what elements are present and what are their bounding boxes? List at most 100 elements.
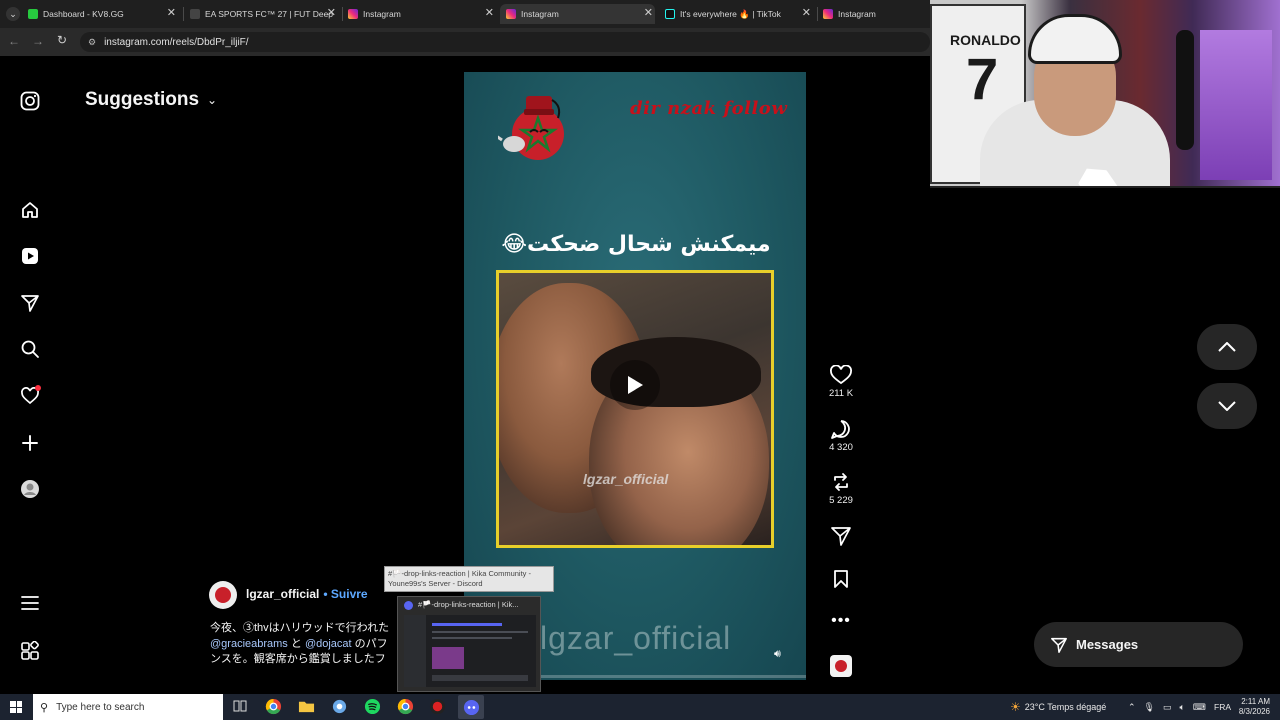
chrome-icon[interactable] — [265, 698, 283, 716]
app-red-icon[interactable] — [429, 698, 447, 716]
close-icon[interactable]: ✕ — [644, 6, 653, 19]
save-action[interactable] — [826, 569, 856, 589]
search-icon[interactable] — [18, 337, 42, 361]
jersey-number: 7 — [966, 47, 999, 112]
spotify-icon[interactable] — [364, 698, 382, 716]
instagram-favicon-icon — [823, 9, 833, 19]
app-icon[interactable] — [331, 698, 349, 716]
more-apps-icon[interactable] — [18, 639, 42, 663]
preview-thumbnail — [404, 615, 536, 687]
taskbar-search-box[interactable]: ⚲ Type here to search — [33, 694, 223, 720]
tab-instagram-2[interactable]: Instagram ✕ — [500, 4, 655, 24]
system-tray-icons[interactable]: ⌃ 🎙︎ ▭ 🔈︎ ⌨ — [1128, 694, 1214, 720]
discord-window-preview[interactable]: #🏳️-drop-links-reaction | Kik... — [397, 596, 541, 692]
chevron-down-icon — [1218, 401, 1236, 411]
more-options-action[interactable]: ••• — [826, 612, 856, 630]
play-button[interactable] — [610, 360, 660, 410]
caption-line-2: @gracieabrams と @dojacat のパフ — [210, 637, 405, 653]
follow-button[interactable]: • Suivre — [323, 587, 367, 601]
discord-icon — [404, 601, 413, 610]
tooltip-line-1: #🏳️-drop-links-reaction | Kika Community… — [388, 569, 531, 578]
taskbar-search-placeholder[interactable]: Type here to search — [56, 702, 144, 713]
volume-icon[interactable]: 🔈︎ — [1180, 702, 1185, 713]
forward-icon[interactable]: → — [32, 34, 44, 48]
tab-instagram-3[interactable]: Instagram — [823, 4, 928, 24]
tab-title: EA SPORTS FC™ 27 | FUT Deep — [205, 9, 334, 19]
back-icon[interactable]: ← — [8, 34, 20, 48]
ea-favicon-icon — [190, 9, 200, 19]
tab-title: Instagram — [521, 9, 559, 19]
messages-icon — [1051, 637, 1067, 653]
post-author-avatar[interactable] — [209, 581, 237, 609]
mention-link[interactable]: @gracieabrams — [210, 638, 288, 650]
discord-taskbar-icon[interactable] — [458, 695, 484, 719]
post-author: lgzar_official • Suivre — [246, 587, 368, 601]
suggestions-header[interactable]: Suggestions ⌄ — [85, 89, 217, 111]
like-action[interactable]: 211 K — [826, 365, 856, 399]
file-explorer-icon[interactable] — [298, 698, 316, 716]
microphone-icon[interactable]: 🎙︎ — [1144, 702, 1155, 713]
chrome-profile-icon[interactable] — [397, 698, 415, 716]
tooltip-line-2: Youne99s's Server - Discord — [388, 579, 483, 588]
instagram-favicon-icon — [506, 9, 516, 19]
create-icon[interactable] — [18, 431, 42, 455]
clock[interactable]: 2:11 AM 8/3/2026 — [1238, 694, 1270, 720]
clock-time: 2:11 AM — [1241, 697, 1270, 706]
next-reel-button[interactable] — [1197, 383, 1257, 429]
tab-kv8[interactable]: Dashboard - KV8.GG ✕ — [28, 4, 178, 24]
like-count: 211 K — [828, 388, 854, 399]
messages-button[interactable]: Messages — [1034, 622, 1243, 667]
instagram-logo-icon[interactable] — [18, 89, 42, 113]
tab-list-dropdown-icon[interactable]: ⌄ — [6, 7, 20, 21]
tiktok-favicon-icon — [665, 9, 675, 19]
task-view-icon[interactable] — [232, 698, 250, 716]
reel-video-frame[interactable]: lgzar_official — [496, 270, 774, 548]
language-indicator[interactable]: FRA — [1214, 694, 1231, 720]
keyboard-icon[interactable]: ⌨ — [1193, 702, 1206, 713]
notification-dot — [35, 385, 41, 391]
close-icon[interactable]: ✕ — [327, 6, 336, 19]
profile-icon[interactable] — [18, 477, 42, 501]
purple-light-panel — [1200, 30, 1272, 180]
repost-icon[interactable] — [830, 472, 852, 492]
home-icon[interactable] — [18, 198, 42, 222]
messages-icon[interactable] — [18, 291, 42, 315]
post-caption: 今夜、③thvはハリウッドで行われた @gracieabrams と @doja… — [210, 621, 405, 668]
post-username[interactable]: lgzar_official — [246, 587, 319, 601]
repost-count: 5 229 — [829, 495, 853, 506]
mention-link[interactable]: @dojacat — [305, 638, 352, 650]
network-icon[interactable]: ▭ — [1163, 702, 1172, 713]
site-info-icon[interactable]: ⚙ — [88, 37, 96, 48]
previous-reel-button[interactable] — [1197, 324, 1257, 370]
audio-thumbnail[interactable] — [830, 655, 852, 677]
notifications-icon[interactable] — [18, 384, 42, 408]
tab-instagram-1[interactable]: Instagram ✕ — [348, 4, 496, 24]
volume-icon[interactable]: 🔊︎ — [774, 648, 781, 661]
address-bar[interactable]: ⚙ instagram.com/reels/DbdPr_iljiF/ — [80, 32, 930, 52]
chevron-up-icon[interactable]: ⌃ — [1128, 702, 1136, 713]
close-icon[interactable]: ✕ — [802, 6, 811, 19]
tab-ea-fc[interactable]: EA SPORTS FC™ 27 | FUT Deep ✕ — [190, 4, 338, 24]
more-horizontal-icon[interactable]: ••• — [831, 612, 851, 630]
close-icon[interactable]: ✕ — [485, 6, 494, 19]
weather-icon: ☀ — [1010, 700, 1021, 714]
url-text[interactable]: instagram.com/reels/DbdPr_iljiF/ — [104, 37, 249, 48]
tab-tiktok[interactable]: It's everywhere 🔥 | TikTok ✕ — [665, 4, 813, 24]
audio-avatar-icon — [835, 660, 847, 672]
share-action[interactable] — [826, 526, 856, 546]
close-icon[interactable]: ✕ — [167, 6, 176, 19]
weather-widget[interactable]: ☀ 23°C Temps dégagé — [1010, 694, 1106, 720]
tab-title: Instagram — [838, 9, 876, 19]
comment-action[interactable]: 4 320 — [826, 419, 856, 453]
heart-icon[interactable] — [830, 365, 852, 385]
send-icon[interactable] — [830, 526, 852, 546]
repost-action[interactable]: 5 229 — [826, 472, 856, 506]
reels-icon[interactable] — [18, 244, 42, 268]
comment-count: 4 320 — [829, 442, 853, 453]
windows-start-icon[interactable] — [10, 701, 22, 713]
bookmark-icon[interactable] — [832, 569, 850, 589]
reload-icon[interactable]: ↻ — [57, 33, 67, 47]
avatar-sticker-icon — [215, 587, 231, 603]
menu-icon[interactable] — [18, 591, 42, 615]
comment-icon[interactable] — [830, 419, 852, 439]
